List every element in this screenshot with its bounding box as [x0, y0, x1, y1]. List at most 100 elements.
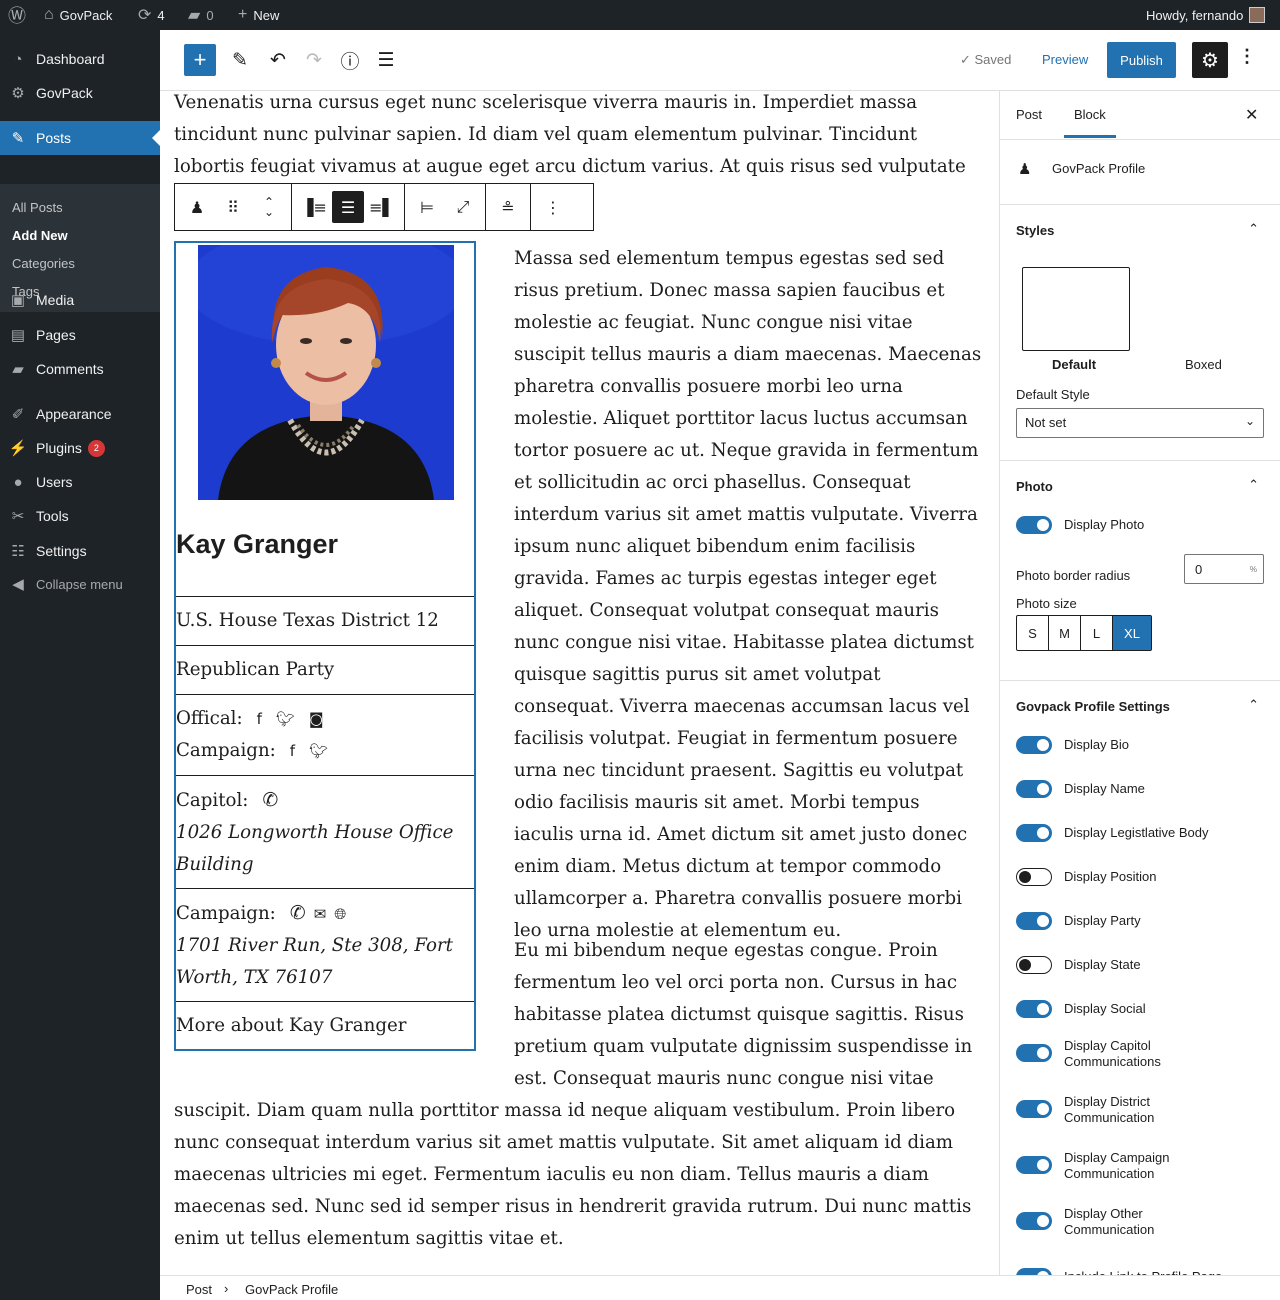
globe-icon[interactable]: 🌐︎ [334, 905, 346, 923]
pages-icon: ▤ [10, 327, 26, 344]
chevron-up-icon[interactable]: ⌃ [1248, 221, 1259, 237]
paragraph-block[interactable]: suscipit. Diam quam nulla porttitor mass… [174, 1095, 984, 1255]
display-photo-toggle[interactable] [1016, 516, 1052, 534]
breadcrumb-root[interactable]: Post [186, 1282, 212, 1297]
photo-panel-title[interactable]: Photo [1016, 479, 1053, 494]
setting-toggle[interactable] [1016, 1212, 1052, 1230]
size-xl-button[interactable]: XL [1113, 616, 1151, 650]
setting-toggle[interactable] [1016, 1000, 1052, 1018]
phone-icon[interactable]: ✆ [290, 902, 306, 924]
setting-toggle[interactable] [1016, 956, 1052, 974]
menu-item-pages[interactable]: ▤ Pages [0, 318, 160, 352]
settings-toggle-button[interactable]: ⚙ [1192, 42, 1228, 78]
submenu-all-posts[interactable]: All Posts [12, 200, 63, 215]
menu-item-users[interactable]: ● Users [0, 465, 160, 499]
dashboard-icon: ◔ [13, 50, 23, 68]
menu-item-tools[interactable]: ✂ Tools [0, 499, 160, 533]
unit-label[interactable]: % [1250, 565, 1257, 574]
menu-item-govpack[interactable]: ⚙ GovPack [0, 76, 160, 110]
menu-item-dashboard[interactable]: ◔ Dashboard [0, 42, 160, 76]
govpack-profile-block[interactable]: Kay Granger U.S. House Texas District 12… [174, 241, 476, 1051]
photo-panel: Photo ⌃ Display Photo Photo border radiu… [1000, 460, 1280, 680]
wordpress-logo-icon[interactable]: Ⓦ [8, 0, 26, 30]
text-align-icon[interactable]: ≗ [490, 189, 526, 225]
paragraph-block[interactable]: Massa sed elementum tempus egestas sed s… [514, 243, 984, 947]
redo-button[interactable]: ↷ [298, 42, 330, 78]
facebook-icon[interactable]: f [290, 742, 295, 760]
menu-item-settings[interactable]: ☷ Settings [0, 534, 160, 568]
instagram-icon[interactable]: ◙ [309, 710, 324, 728]
new-content-link[interactable]: + New [238, 0, 279, 30]
add-block-button[interactable]: + [184, 44, 216, 76]
drag-handle-icon[interactable]: ⠿ [215, 189, 251, 225]
block-type-icon[interactable]: ♟ [179, 189, 215, 225]
setting-toggle[interactable] [1016, 824, 1052, 842]
border-radius-input[interactable]: 0 % [1184, 554, 1264, 584]
setting-toggle[interactable] [1016, 1044, 1052, 1062]
style-boxed-label[interactable]: Boxed [1185, 357, 1222, 372]
profile-more-link[interactable]: More about Kay Granger [176, 1001, 474, 1049]
home-icon: ⌂ [44, 6, 54, 23]
setting-toggle-label: Display Campaign Communication [1064, 1150, 1170, 1181]
align-right-icon[interactable]: ≡▌ [364, 189, 400, 225]
menu-item-plugins[interactable]: ⚡ Plugins 2 [0, 431, 160, 465]
chevron-down-icon: ⌄ [1244, 414, 1255, 428]
setting-toggle[interactable] [1016, 736, 1052, 754]
setting-toggle[interactable] [1016, 1100, 1052, 1118]
size-m-button[interactable]: M [1049, 616, 1081, 650]
submenu-add-new[interactable]: Add New [12, 228, 68, 243]
chevron-up-icon[interactable]: ⌃ [1248, 477, 1259, 493]
undo-button[interactable]: ↶ [262, 42, 294, 78]
site-name-link[interactable]: ⌂ GovPack [44, 0, 112, 30]
styles-panel-title[interactable]: Styles [1016, 223, 1054, 238]
setting-toggle[interactable] [1016, 912, 1052, 930]
tools-button[interactable]: ✎ [224, 42, 256, 78]
publish-button[interactable]: Publish [1107, 42, 1176, 78]
details-button[interactable]: ⓘ [334, 42, 366, 78]
size-l-button[interactable]: L [1081, 616, 1113, 650]
comments-link[interactable]: ▰ 0 [188, 0, 214, 30]
size-s-button[interactable]: S [1017, 616, 1049, 650]
paragraph-block[interactable]: Eu mi bibendum neque egestas congue. Pro… [514, 935, 984, 1095]
fullscreen-icon[interactable]: ⤢ [445, 189, 481, 225]
move-up-down-icon[interactable]: ⌃ ⌄ [251, 189, 287, 225]
twitter-icon[interactable]: 🐦︎ [276, 710, 295, 728]
phone-icon[interactable]: ✆ [262, 789, 278, 811]
menu-item-appearance[interactable]: ✐ Appearance [0, 397, 160, 431]
setting-toggle[interactable] [1016, 868, 1052, 886]
list-view-button[interactable]: ☰ [370, 42, 402, 78]
style-default-preview[interactable] [1022, 267, 1130, 351]
twitter-icon[interactable]: 🐦︎ [309, 742, 328, 760]
chevron-up-icon[interactable]: ⌃ [1248, 697, 1259, 713]
tab-post[interactable]: Post [1016, 91, 1042, 139]
menu-item-media[interactable]: ▣ Media [0, 283, 160, 317]
preview-button[interactable]: Preview [1042, 52, 1088, 67]
align-left-icon[interactable]: ▐≡ [296, 189, 332, 225]
editor-canvas[interactable]: Venenatis urna cursus eget nunc sceleris… [160, 91, 999, 1275]
user-icon: ● [13, 473, 23, 491]
align-center-icon[interactable]: ☰ [332, 191, 364, 223]
setting-toggle[interactable] [1016, 1268, 1052, 1275]
breadcrumb-current[interactable]: GovPack Profile [245, 1282, 338, 1297]
photo-size-label: Photo size [1016, 596, 1077, 611]
updates-link[interactable]: ⟳ 4 [138, 0, 165, 30]
more-options-icon[interactable]: ⋮ [535, 189, 571, 225]
style-default-label[interactable]: Default [1052, 357, 1096, 372]
default-style-select[interactable]: Not set ⌄ [1016, 408, 1264, 438]
close-icon[interactable]: ✕ [1245, 105, 1258, 125]
menu-item-comments[interactable]: ▰ Comments [0, 352, 160, 386]
setting-toggle[interactable] [1016, 1156, 1052, 1174]
govpack-settings-title[interactable]: Govpack Profile Settings [1016, 699, 1170, 714]
collapse-menu-button[interactable]: ◀ Collapse menu [0, 567, 160, 601]
justify-left-icon[interactable]: ⊨ [409, 189, 445, 225]
facebook-icon[interactable]: f [257, 710, 262, 728]
options-button[interactable]: ⋮ [1238, 46, 1256, 67]
submenu-categories[interactable]: Categories [12, 256, 75, 271]
tab-block[interactable]: Block [1064, 91, 1116, 138]
setting-toggle[interactable] [1016, 780, 1052, 798]
profile-position-row: U.S. House Texas District 12 [176, 596, 474, 645]
menu-item-posts[interactable]: ✎ Posts [0, 121, 160, 155]
my-account-link[interactable]: Howdy, fernando [1146, 0, 1266, 30]
email-icon[interactable]: ✉ [314, 905, 327, 923]
default-style-label: Default Style [1016, 387, 1090, 402]
